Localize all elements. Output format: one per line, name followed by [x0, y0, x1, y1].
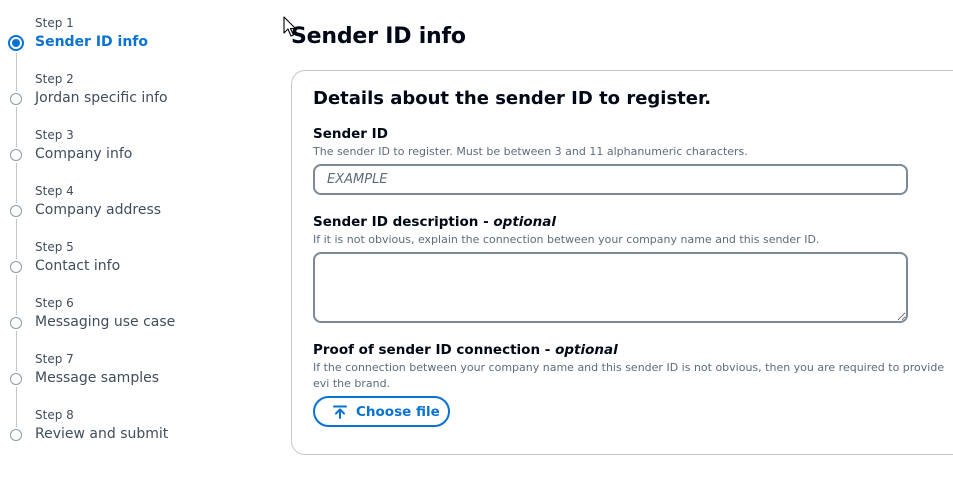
optional-tag: optional — [555, 342, 618, 358]
page-title: Sender ID info — [291, 24, 466, 49]
step-title-contact-info: Contact info — [35, 258, 121, 274]
panel-title: Details about the sender ID to register. — [313, 88, 712, 109]
step-radio-icon — [10, 373, 22, 385]
wizard-stepper: Step 1 Sender ID info Step 2 Jordan spec… — [0, 14, 240, 462]
step-number: Step 6 — [35, 296, 74, 310]
step-radio-icon — [10, 429, 22, 441]
proof-of-connection-label-text: Proof of sender ID connection - — [313, 342, 556, 358]
step-title-company-info: Company info — [35, 146, 133, 162]
step-2: Step 2 Jordan specific info — [0, 70, 240, 147]
step-number: Step 8 — [35, 408, 74, 422]
step-number: Step 4 — [35, 184, 74, 198]
step-number: Step 1 — [35, 16, 74, 30]
step-radio-icon — [10, 317, 22, 329]
step-number: Step 2 — [35, 72, 74, 86]
step-number: Step 3 — [35, 128, 74, 142]
step-radio-icon — [10, 149, 22, 161]
sender-id-description: The sender ID to register. Must be betwe… — [313, 145, 748, 158]
step-title-sender-id-info[interactable]: Sender ID info — [35, 34, 148, 50]
step-radio-icon — [10, 205, 22, 217]
sender-id-description-label-text: Sender ID description - — [313, 214, 494, 230]
sender-id-input[interactable] — [313, 164, 908, 195]
step-number: Step 5 — [35, 240, 74, 254]
sender-id-description-textarea[interactable] — [313, 252, 908, 323]
step-title-jordan-specific-info: Jordan specific info — [35, 90, 168, 106]
step-8: Step 8 Review and submit — [0, 406, 240, 462]
sender-id-description-label: Sender ID description - optional — [313, 214, 556, 230]
step-1[interactable]: Step 1 Sender ID info — [0, 14, 240, 91]
step-5: Step 5 Contact info — [0, 238, 240, 315]
choose-file-label: Choose file — [356, 403, 440, 420]
step-7: Step 7 Message samples — [0, 350, 240, 427]
optional-tag: optional — [493, 214, 557, 230]
choose-file-button[interactable]: Choose file — [313, 396, 450, 427]
step-radio-icon — [10, 261, 22, 273]
sender-id-label: Sender ID — [313, 126, 388, 142]
upload-icon — [333, 405, 347, 419]
proof-of-connection-label: Proof of sender ID connection - optional — [313, 342, 618, 358]
step-title-message-samples: Message samples — [35, 370, 160, 386]
proof-of-connection-help: If the connection between your company n… — [313, 361, 945, 390]
step-title-review-and-submit: Review and submit — [35, 426, 169, 442]
step-title-company-address: Company address — [35, 202, 162, 218]
step-title-messaging-use-case: Messaging use case — [35, 314, 176, 330]
sender-id-description-help: If it is not obvious, explain the connec… — [313, 233, 820, 246]
active-step-radio-icon — [8, 35, 24, 51]
step-4: Step 4 Company address — [0, 182, 240, 259]
sender-id-details-panel: Details about the sender ID to register.… — [291, 70, 953, 455]
mouse-pointer-icon — [283, 16, 297, 37]
step-3: Step 3 Company info — [0, 126, 240, 203]
step-6: Step 6 Messaging use case — [0, 294, 240, 371]
step-radio-icon — [10, 93, 22, 105]
step-number: Step 7 — [35, 352, 74, 366]
